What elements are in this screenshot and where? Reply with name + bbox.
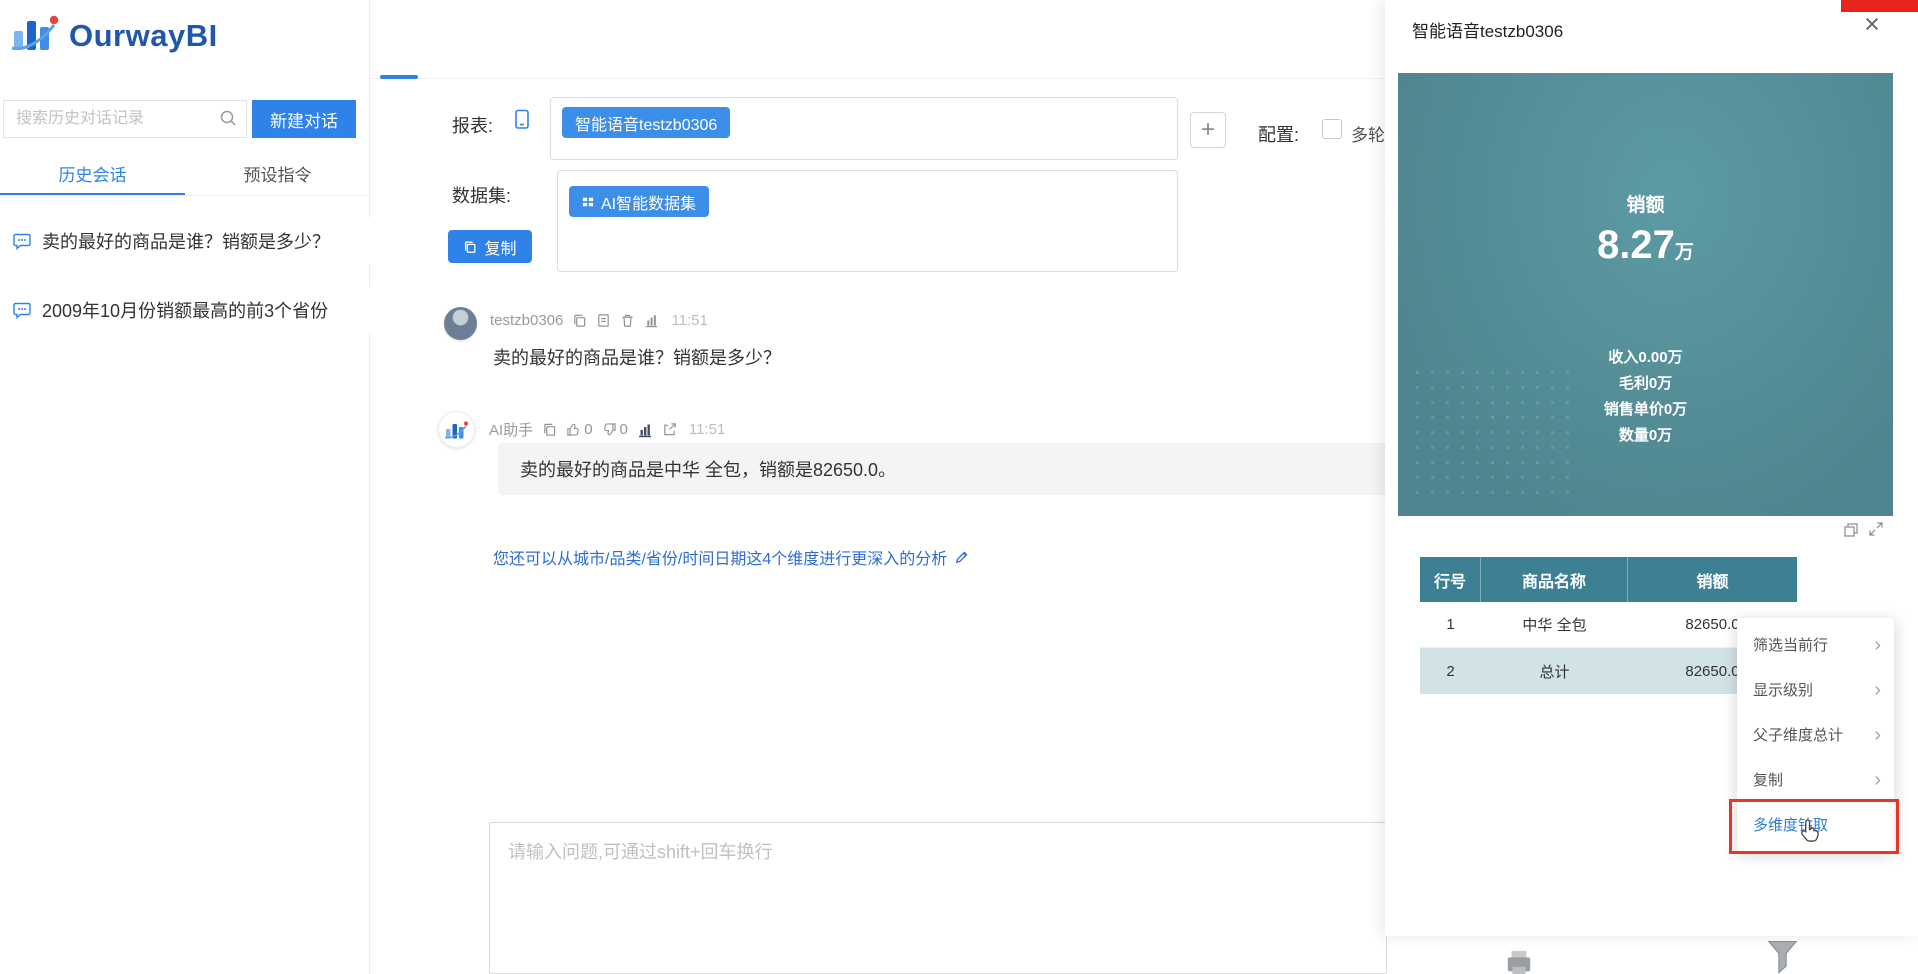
logo-icon <box>10 12 62 59</box>
menu-item-multi-dimension-drill[interactable]: 多维度钻取 <box>1737 802 1894 847</box>
kpi-value: 8.27万 <box>1398 223 1893 268</box>
grid-icon <box>582 197 594 206</box>
ai-avatar <box>438 411 475 448</box>
app-logo: OurwayBI <box>10 12 218 59</box>
menu-item-filter-row[interactable]: 筛选当前行 › <box>1737 622 1894 667</box>
tab-presets[interactable]: 预设指令 <box>185 158 370 195</box>
user-message-header: testzb0306 11:51 <box>490 312 708 329</box>
multi-turn-checkbox[interactable] <box>1322 119 1342 139</box>
menu-item-label: 显示级别 <box>1753 682 1814 699</box>
menu-item-label: 筛选当前行 <box>1753 637 1829 654</box>
kpi-metric: 毛利0万 <box>1618 375 1673 392</box>
tab-history[interactable]: 历史会话 <box>0 158 185 195</box>
kpi-unit: 万 <box>1674 242 1694 263</box>
message-time: 11:51 <box>688 421 726 438</box>
report-tag[interactable]: 智能语音testzb0306 <box>562 107 731 138</box>
table-header: 商品名称 <box>1481 557 1628 602</box>
chat-bubble-icon <box>13 233 31 251</box>
search-icon[interactable] <box>219 109 237 132</box>
chat-bubble-icon <box>13 302 31 320</box>
copy-message-button[interactable] <box>542 422 557 437</box>
add-report-button[interactable]: + <box>1190 112 1226 148</box>
table-header-row: 行号 商品名称 销额 <box>1420 557 1797 602</box>
dataset-tag[interactable]: AI智能数据集 <box>569 186 710 217</box>
delete-message-button[interactable] <box>620 313 635 328</box>
app-window: OurwayBI 新建对话 历史会话 预设指令 卖的最好的商品是谁？销额是多少？… <box>0 0 1918 974</box>
report-label: 报表: <box>452 116 494 136</box>
kpi-card: 销额 8.27万 收入0.00万 毛利0万 销售单价0万 数量0万 <box>1398 73 1893 516</box>
message-time: 11:51 <box>671 312 708 329</box>
recording-indicator-bar <box>1841 0 1918 12</box>
table-header: 销额 <box>1628 557 1797 602</box>
sidebar: OurwayBI 新建对话 历史会话 预设指令 卖的最好的商品是谁？销额是多少？… <box>0 0 370 974</box>
kpi-number: 8.27 <box>1597 223 1675 267</box>
user-name: testzb0306 <box>490 312 564 329</box>
message-input[interactable] <box>489 822 1387 974</box>
restore-window-icon[interactable] <box>1843 522 1859 543</box>
history-item-label: 卖的最好的商品是谁？销额是多少？ <box>42 232 330 252</box>
report-icon <box>514 109 530 135</box>
copy-config-button[interactable]: 复制 <box>448 230 532 263</box>
printer-icon[interactable] <box>1505 948 1533 974</box>
table-header: 行号 <box>1420 557 1481 602</box>
copy-icon <box>465 241 476 253</box>
logo-text: OurwayBI <box>69 17 218 53</box>
kpi-metric: 数量0万 <box>1618 427 1673 444</box>
report-tag-label: 智能语音testzb0306 <box>575 116 718 134</box>
menu-item-parent-child-total[interactable]: 父子维度总计 › <box>1737 712 1894 757</box>
filter-funnel-icon[interactable] <box>1767 938 1798 974</box>
panel-close-button[interactable]: × <box>1856 9 1888 40</box>
table-cell: 中华 全包 <box>1481 602 1628 648</box>
search-input[interactable] <box>3 100 247 138</box>
kpi-metric: 销售单价0万 <box>1603 401 1688 418</box>
table-cell: 2 <box>1420 648 1481 694</box>
chevron-right-icon: › <box>1874 768 1881 791</box>
user-message-text: 卖的最好的商品是谁？销额是多少？ <box>493 348 781 368</box>
edit-icon[interactable] <box>954 550 969 565</box>
copy-button-label: 复制 <box>484 240 517 258</box>
new-chat-button[interactable]: 新建对话 <box>252 100 356 138</box>
kpi-metrics: 收入0.00万 毛利0万 销售单价0万 数量0万 <box>1398 345 1893 449</box>
dislike-count: 0 <box>619 421 628 438</box>
kpi-title: 销额 <box>1626 195 1665 216</box>
drilldown-suggestion-link[interactable]: 您还可以从城市/品类/省份/时间日期这4个维度进行更深入的分析 <box>493 545 969 569</box>
chevron-right-icon: › <box>1874 723 1881 746</box>
dataset-tag-label: AI智能数据集 <box>601 195 697 213</box>
notes-button[interactable] <box>596 313 611 328</box>
ai-name: AI助手 <box>489 422 534 439</box>
menu-item-label: 多维度钻取 <box>1753 817 1829 834</box>
ai-message-text: 卖的最好的商品是中华 全包，销额是82650.0。 <box>520 460 897 480</box>
history-item-label: 2009年10月份销额最高的前3个省份 <box>42 301 329 321</box>
context-menu: 筛选当前行 › 显示级别 › 父子维度总计 › 复制 › 多维度钻取 <box>1737 618 1894 851</box>
history-item[interactable]: 卖的最好的商品是谁？销额是多少？ <box>0 218 370 264</box>
history-item[interactable]: 2009年10月份销额最高的前3个省份 <box>0 287 370 333</box>
menu-item-label: 父子维度总计 <box>1753 727 1844 744</box>
table-cell: 总计 <box>1481 648 1628 694</box>
menu-item-copy[interactable]: 复制 › <box>1737 757 1894 802</box>
like-button[interactable]: 0 <box>566 421 593 438</box>
kpi-metric: 收入0.00万 <box>1608 349 1683 366</box>
user-avatar <box>444 307 477 340</box>
like-count: 0 <box>584 421 593 438</box>
chart-view-button[interactable] <box>637 422 653 438</box>
dataset-label: 数据集: <box>452 186 512 206</box>
table-cell: 1 <box>1420 602 1481 648</box>
config-label: 配置: <box>1258 125 1300 145</box>
copy-message-button[interactable] <box>572 313 587 328</box>
menu-item-display-level[interactable]: 显示级别 › <box>1737 667 1894 712</box>
ai-message-bubble: 卖的最好的商品是中华 全包，销额是82650.0。 <box>498 443 1386 495</box>
sidebar-tabs: 历史会话 预设指令 <box>0 158 370 196</box>
active-tab-indicator <box>380 75 418 79</box>
menu-item-label: 复制 <box>1753 772 1784 789</box>
expand-icon[interactable] <box>1868 521 1884 542</box>
suggestion-text: 您还可以从城市/品类/省份/时间日期这4个维度进行更深入的分析 <box>493 551 948 568</box>
chevron-right-icon: › <box>1874 633 1881 656</box>
export-button[interactable] <box>662 422 677 437</box>
chart-button[interactable] <box>644 313 659 328</box>
chevron-right-icon: › <box>1874 678 1881 701</box>
ai-message-header: AI助手 0 0 11:51 <box>489 419 725 440</box>
panel-title: 智能语音testzb0306 <box>1412 22 1564 41</box>
dislike-button[interactable]: 0 <box>602 421 628 438</box>
